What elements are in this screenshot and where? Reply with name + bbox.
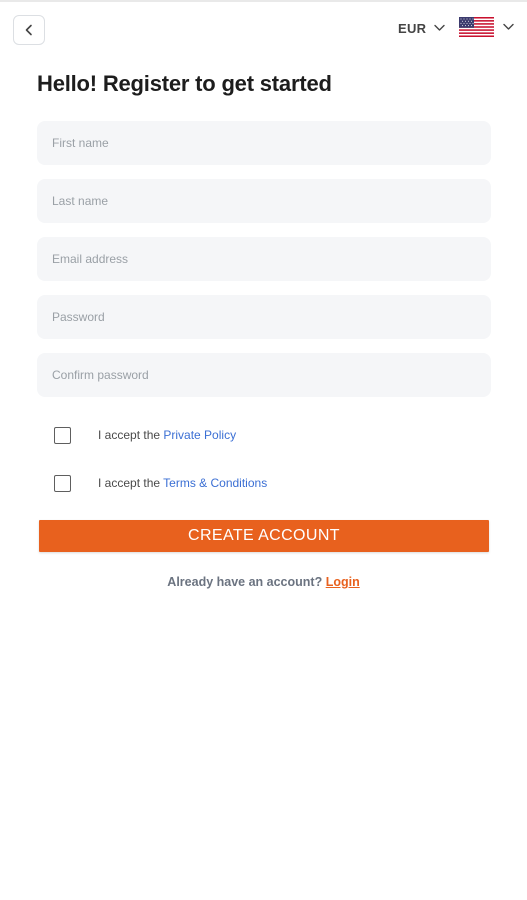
terms-row: I accept the Terms & Conditions — [54, 474, 267, 492]
terms-checkbox[interactable] — [54, 474, 71, 492]
privacy-policy-link[interactable]: Private Policy — [163, 428, 236, 442]
privacy-prefix: I accept the — [98, 428, 164, 442]
first-name-field[interactable] — [37, 121, 491, 165]
privacy-policy-text: I accept the Private Policy — [98, 428, 236, 442]
page-title: Hello! Register to get started — [37, 71, 332, 96]
password-field[interactable] — [37, 295, 491, 339]
chevron-down-icon — [503, 23, 514, 31]
login-link[interactable]: Login — [326, 575, 360, 589]
top-divider — [0, 0, 527, 2]
confirm-password-field[interactable] — [37, 353, 491, 397]
privacy-policy-checkbox[interactable] — [54, 426, 71, 444]
back-button[interactable] — [13, 15, 45, 45]
privacy-policy-row: I accept the Private Policy — [54, 426, 236, 444]
terms-text: I accept the Terms & Conditions — [98, 476, 267, 490]
email-field[interactable] — [37, 237, 491, 281]
terms-prefix: I accept the — [98, 476, 164, 490]
language-selector[interactable] — [459, 16, 514, 38]
last-name-field[interactable] — [37, 179, 491, 223]
register-page: EUR Hello! Register to get started First… — [0, 0, 527, 900]
currency-selector[interactable]: EUR — [398, 18, 446, 38]
currency-label: EUR — [398, 20, 427, 36]
login-prompt-text: Already have an account? — [167, 575, 326, 589]
chevron-left-icon — [25, 24, 32, 36]
login-prompt: Already have an account? Login — [0, 575, 527, 589]
create-account-button[interactable]: CREATE ACCOUNT — [39, 520, 489, 552]
chevron-down-icon — [434, 24, 446, 32]
terms-link[interactable]: Terms & Conditions — [163, 476, 267, 490]
us-flag-icon — [459, 17, 494, 37]
